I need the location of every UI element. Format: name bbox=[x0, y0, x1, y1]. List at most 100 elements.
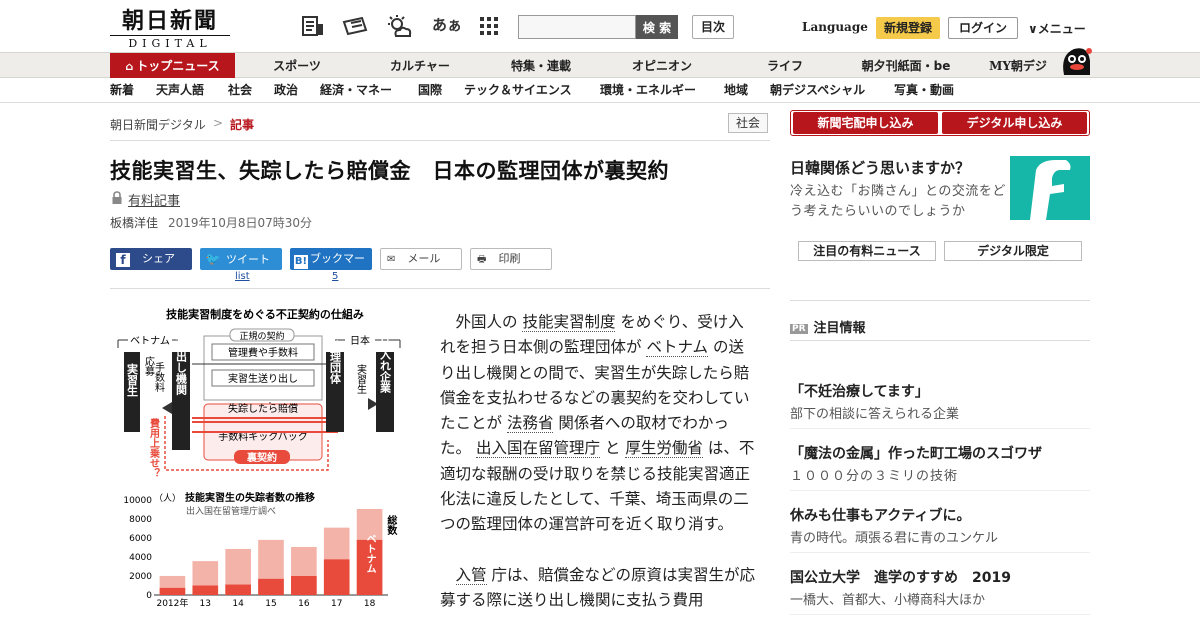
ticket-icon[interactable] bbox=[342, 14, 368, 38]
diagram-trainee-right: 実習生 bbox=[355, 363, 367, 394]
diagram-supervising-org: 監理団体 bbox=[329, 339, 342, 385]
language-link[interactable]: Language bbox=[802, 20, 868, 34]
link-immigration[interactable]: 出入国在留管理庁 bbox=[475, 439, 600, 459]
diagram-secret-label: 裏契約 bbox=[246, 451, 277, 464]
divider bbox=[110, 140, 770, 141]
article-paragraph: 入管 庁は、賠償金などの原資は実習生が応募する際に送り出し機関に支払う費用 bbox=[440, 565, 755, 609]
category-badge[interactable]: 社会 bbox=[728, 113, 768, 133]
nav-life[interactable]: ライフ bbox=[730, 53, 840, 79]
nav-tech[interactable]: テック＆サイエンス bbox=[464, 78, 572, 103]
nav-local[interactable]: 地域 bbox=[724, 78, 748, 103]
paid-news-button[interactable]: 注目の有料ニュース bbox=[798, 241, 936, 261]
nav-photo[interactable]: 写真・動画 bbox=[894, 78, 954, 103]
nav-newspaper[interactable]: 朝夕刊紙面・be bbox=[850, 53, 962, 79]
article-figure[interactable]: 技能実習制度をめぐる不正契約の仕組み ベトナム 日本 実習生 応募 手数料 送り… bbox=[110, 300, 410, 630]
pr-item-title[interactable]: 国公立大学 進学のすすめ 2019 bbox=[790, 567, 1011, 587]
print-button[interactable]: 🖶 印刷 bbox=[470, 248, 552, 270]
promo-image[interactable] bbox=[1010, 156, 1090, 220]
mail-icon: ✉ bbox=[387, 254, 396, 265]
diagram-trainee-left: 実習生 bbox=[126, 362, 139, 397]
promo-text[interactable]: 冷え込む「お隣さん」との交流をどう考えたらいいのでしょうか bbox=[790, 182, 1010, 222]
nav-economy[interactable]: 経済・マネー bbox=[320, 78, 392, 103]
contents-button[interactable]: 目次 bbox=[692, 15, 734, 39]
newspaper-delivery-button[interactable]: 新聞宅配申し込み bbox=[793, 112, 938, 134]
divider bbox=[790, 614, 1090, 615]
weather-icon[interactable] bbox=[386, 14, 412, 38]
nav-society[interactable]: 社会 bbox=[228, 78, 252, 103]
chart-series-label-total: 総数 bbox=[385, 514, 397, 536]
mascot-icon[interactable] bbox=[1058, 45, 1094, 79]
search-button[interactable]: 検 索 bbox=[636, 15, 678, 39]
twitter-share-button[interactable]: 🐦 ツイート bbox=[200, 248, 282, 270]
hatena-bookmark-button[interactable]: B! ブックマーク bbox=[290, 248, 372, 287]
byline: 板橋洋佳 2019年10月8日07時30分 bbox=[110, 214, 312, 231]
search-input[interactable] bbox=[518, 15, 636, 39]
pr-item-title[interactable]: 「魔法の金属」作った町工場のスゴワザ bbox=[790, 443, 1042, 463]
menu-button[interactable]: ∨メニュー bbox=[1028, 20, 1086, 37]
nav-tensei[interactable]: 天声人語 bbox=[156, 78, 204, 103]
nav-politics[interactable]: 政治 bbox=[274, 78, 298, 103]
diagram-fee-label: 手数料 bbox=[153, 361, 165, 393]
digital-only-button[interactable]: デジタル限定 bbox=[944, 241, 1082, 261]
newspaper-icon[interactable] bbox=[300, 14, 326, 38]
paid-article-label[interactable]: 有料記事 bbox=[128, 190, 180, 209]
nav-latest[interactable]: 新着 bbox=[110, 78, 134, 103]
pr-item-sub[interactable]: 一橋大、首都大、小樽商科大ほか bbox=[790, 589, 985, 608]
nav-opinion[interactable]: オピニオン bbox=[605, 53, 719, 79]
nav-environment[interactable]: 環境・エネルギー bbox=[600, 78, 696, 103]
author-name: 板橋洋佳 bbox=[110, 216, 159, 230]
facebook-share-button[interactable]: f シェア bbox=[110, 248, 192, 270]
diagram-left-country: ベトナム bbox=[130, 335, 170, 347]
publish-date: 2019年10月8日07時30分 bbox=[168, 216, 312, 230]
nav-my-asahi[interactable]: MY朝デジ bbox=[980, 53, 1056, 79]
link-vietnam[interactable]: ベトナム bbox=[646, 338, 708, 358]
link-ginou-jisshu[interactable]: 技能実習制度 bbox=[522, 313, 616, 332]
link-moj[interactable]: 法務省 bbox=[506, 414, 554, 434]
chart-ytick-label: 4000 bbox=[129, 553, 152, 563]
promo-title[interactable]: 日韓関係どう思いますか？ bbox=[790, 157, 970, 178]
pr-heading: PR 注目情報 bbox=[790, 321, 866, 336]
diagram-right-country: 日本 bbox=[350, 334, 370, 347]
mail-button[interactable]: ✉ メール bbox=[380, 248, 462, 270]
chart-title: 技能実習生の失踪者数の推移 bbox=[185, 491, 315, 504]
link-mhlw[interactable]: 厚生労働省 bbox=[625, 439, 703, 459]
hatena-count[interactable]: 5 bbox=[332, 271, 338, 282]
pr-item-title[interactable]: 「不妊治療してます」 bbox=[790, 381, 929, 401]
register-button[interactable]: 新規登録 bbox=[876, 17, 940, 39]
missing-trainees-chart: 技能実習生の失踪者数の推移 出入国在留管理庁調べ （人） 10000 8000 60… bbox=[123, 491, 397, 609]
grid-menu-icon[interactable] bbox=[476, 14, 502, 38]
diagram-sending-org: 送り出し機関 bbox=[175, 328, 189, 396]
breadcrumb-home[interactable]: 朝日新聞デジタル bbox=[110, 116, 206, 133]
chart-xtick-label: 13 bbox=[200, 599, 211, 609]
chart-bar-vietnam bbox=[291, 576, 317, 595]
chart-bar-vietnam bbox=[159, 587, 186, 595]
font-size-icon[interactable]: あぁ bbox=[432, 14, 462, 35]
hatena-icon: B! bbox=[294, 255, 308, 269]
link-nyukan[interactable]: 入管 bbox=[455, 565, 487, 585]
chart-subtitle: 出入国在留管理庁調べ bbox=[186, 505, 276, 517]
nav-features[interactable]: 特集・連載 bbox=[485, 53, 597, 79]
twitter-count[interactable]: list bbox=[235, 271, 250, 282]
nav-sports[interactable]: スポーツ bbox=[245, 53, 349, 79]
pr-item-sub[interactable]: 青の時代。頑張る君に青のユンケル bbox=[790, 527, 998, 546]
nav-culture[interactable]: カルチャー bbox=[360, 53, 480, 79]
nav-top-news[interactable]: ⌂ トップニュース bbox=[110, 53, 235, 79]
divider bbox=[790, 428, 1090, 429]
pr-item-title[interactable]: 休みも仕事もアクティブに。 bbox=[790, 505, 970, 525]
login-button[interactable]: ログイン bbox=[948, 17, 1018, 39]
chart-xtick-label: 18 bbox=[364, 599, 376, 609]
pr-item-sub[interactable]: １０００分の３ミリの技術 bbox=[790, 465, 958, 484]
chart-ytick-label: 0 bbox=[146, 591, 152, 601]
nav-special[interactable]: 朝デジスペシャル bbox=[770, 78, 865, 103]
asahi-logo[interactable]: 朝日新聞 DIGITAL bbox=[110, 8, 230, 50]
chart-bar-vietnam bbox=[225, 584, 251, 595]
chart-ylabel: （人） bbox=[154, 493, 181, 504]
sub-nav: 新着 天声人語 社会 政治 経済・マネー 国際 テック＆サイエンス 環境・エネル… bbox=[0, 78, 1200, 103]
nav-international[interactable]: 国際 bbox=[418, 78, 442, 103]
diagram-reg-item1: 管理費や手数料 bbox=[228, 346, 298, 359]
digital-subscribe-button[interactable]: デジタル申し込み bbox=[942, 112, 1087, 134]
breadcrumb-separator: > bbox=[213, 116, 224, 130]
pr-item-sub[interactable]: 部下の相談に答えられる企業 bbox=[790, 403, 959, 422]
divider bbox=[110, 288, 770, 289]
chart-xtick-label: 2012年 bbox=[156, 597, 188, 609]
